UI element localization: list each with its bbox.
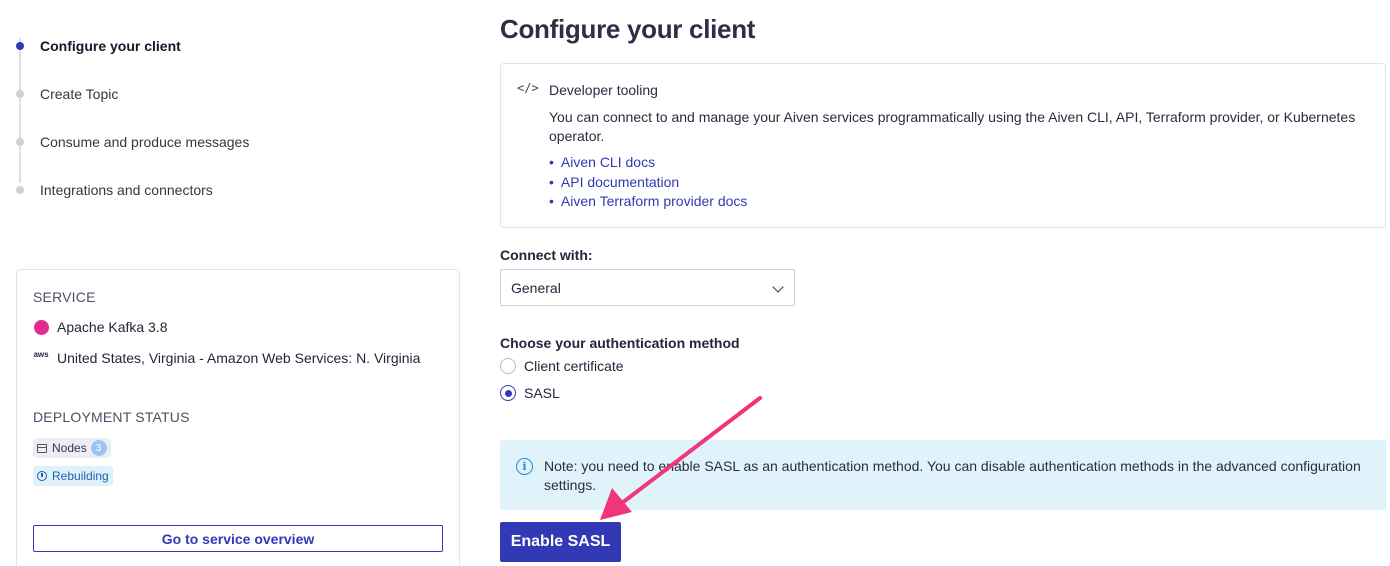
status-badge: Rebuilding [33,466,113,486]
connect-with-value: General [511,279,561,296]
step-label: Configure your client [40,38,181,54]
step-dot [16,138,24,146]
radio-client-certificate[interactable] [500,358,516,374]
step-integrations[interactable]: Integrations and connectors [12,166,452,214]
enable-sasl-button[interactable]: Enable SASL [500,522,621,562]
auth-option-client-certificate[interactable]: Client certificate [500,358,624,374]
auth-method-label: Choose your authentication method [500,335,740,351]
step-dot [16,186,24,194]
step-dot [16,90,24,98]
aws-icon: aws [33,350,49,359]
step-active-dot [16,42,24,50]
auth-option-sasl[interactable]: SASL [500,385,560,401]
connect-with-select[interactable]: General [500,269,795,306]
setup-stepper: Configure your client Create Topic Consu… [12,22,452,214]
service-name: Apache Kafka 3.8 [57,319,168,335]
service-region: United States, Virginia - Amazon Web Ser… [57,350,421,366]
chevron-down-icon [772,281,784,293]
developer-tooling-text: You can connect to and manage your Aiven… [549,109,1356,144]
code-icon: </> [517,81,539,95]
page-title: Configure your client [500,14,756,44]
developer-links: Aiven CLI docs API documentation Aiven T… [549,153,747,212]
service-info-card: SERVICE Apache Kafka 3.8 aws United Stat… [16,269,460,566]
nodes-label: Nodes [52,441,87,455]
link-aiven-cli-docs[interactable]: Aiven CLI docs [549,153,747,173]
auth-option-label: SASL [524,385,560,401]
radio-sasl[interactable] [500,385,516,401]
nodes-count: 3 [90,440,107,456]
nodes-badge: Nodes 3 [33,438,111,458]
step-create-topic[interactable]: Create Topic [12,70,452,118]
step-label: Create Topic [40,86,119,102]
clock-icon [37,471,47,481]
step-label: Integrations and connectors [40,182,213,198]
connect-with-label: Connect with: [500,247,593,263]
auth-option-label: Client certificate [524,358,624,374]
step-label: Consume and produce messages [40,134,250,150]
server-icon [37,443,47,453]
info-icon: i [516,458,533,475]
step-consume-produce[interactable]: Consume and produce messages [12,118,452,166]
kafka-icon [33,319,49,335]
sasl-note-banner: i Note: you need to enable SASL as an au… [500,440,1386,510]
service-name-row: Apache Kafka 3.8 [33,319,168,335]
note-text: Note: you need to enable SASL as an auth… [544,458,1361,493]
step-configure-client[interactable]: Configure your client [12,22,452,70]
status-label: Rebuilding [52,469,109,483]
link-terraform-provider-docs[interactable]: Aiven Terraform provider docs [549,192,747,212]
link-api-documentation[interactable]: API documentation [549,173,747,193]
deployment-status-heading: DEPLOYMENT STATUS [33,409,190,425]
go-to-service-overview-button[interactable]: Go to service overview [33,525,443,552]
service-region-row: aws United States, Virginia - Amazon Web… [33,350,420,366]
developer-tooling-panel: </> Developer tooling You can connect to… [500,63,1386,228]
service-heading: SERVICE [33,289,96,305]
developer-tooling-title: Developer tooling [549,82,658,98]
